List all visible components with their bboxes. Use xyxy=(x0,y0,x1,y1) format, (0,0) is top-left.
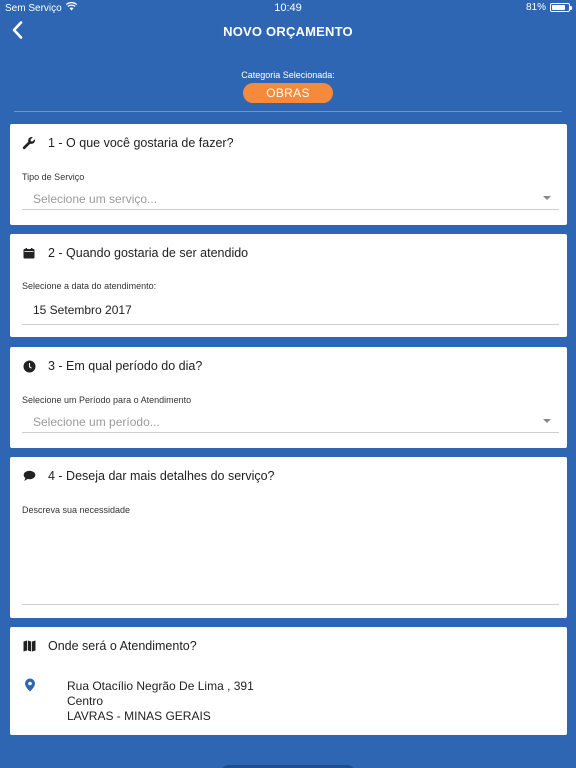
details-label: Descreva sua necessidade xyxy=(22,505,131,515)
details-card-header: 4 - Deseja dar mais detalhes do serviço? xyxy=(22,469,275,483)
divider xyxy=(14,111,562,112)
service-card-header: 1 - O que você gostaria de fazer? xyxy=(22,136,234,150)
address-street: Rua Otacílio Negrão De Lima , 391 xyxy=(67,679,254,693)
location-card-header: Onde será o Atendimento? xyxy=(22,639,197,653)
date-card-header: 2 - Quando gostaria de ser atendido xyxy=(22,246,248,260)
period-label: Selecione um Período para o Atendimento xyxy=(22,395,192,405)
period-card: 3 - Em qual período do dia? Selecione um… xyxy=(10,347,567,448)
address-block: Rua Otacílio Negrão De Lima , 391 Centro… xyxy=(67,679,254,724)
calendar-icon xyxy=(22,246,36,260)
service-type-label: Tipo de Serviço xyxy=(22,172,85,182)
battery-icon xyxy=(550,3,572,12)
service-card-title: 1 - O que você gostaria de fazer? xyxy=(48,136,234,150)
location-card: Onde será o Atendimento? Rua Otacílio Ne… xyxy=(10,627,567,735)
wrench-icon xyxy=(22,136,36,150)
nav-bar: NOVO ORÇAMENTO xyxy=(0,16,576,48)
service-select-placeholder: Selecione um serviço... xyxy=(33,192,158,206)
status-bar: Sem Serviço 10:49 81% xyxy=(0,0,576,16)
service-card: 1 - O que você gostaria de fazer? Tipo d… xyxy=(10,124,567,225)
selected-category: Categoria Selecionada: OBRAS xyxy=(0,70,576,103)
date-field[interactable]: 15 Setembro 2017 xyxy=(22,296,559,325)
period-select-placeholder: Selecione um período... xyxy=(33,415,160,429)
details-card: 4 - Deseja dar mais detalhes do serviço?… xyxy=(10,457,567,618)
location-card-title: Onde será o Atendimento? xyxy=(48,639,197,653)
date-value: 15 Setembro 2017 xyxy=(33,303,132,317)
period-card-header: 3 - Em qual período do dia? xyxy=(22,359,202,373)
location-pin-icon xyxy=(24,678,36,692)
details-textarea[interactable] xyxy=(22,515,559,605)
chevron-down-icon xyxy=(543,196,551,200)
status-right: 81% xyxy=(525,2,572,13)
battery-percent: 81% xyxy=(525,2,546,13)
page-title: NOVO ORÇAMENTO xyxy=(223,24,353,39)
address-city: LAVRAS - MINAS GERAIS xyxy=(67,709,211,723)
map-icon xyxy=(22,639,36,653)
date-label: Selecione a data do atendimento: xyxy=(22,281,157,291)
clock-time: 10:49 xyxy=(274,2,302,14)
period-card-title: 3 - Em qual período do dia? xyxy=(48,359,203,373)
service-select[interactable]: Selecione um serviço... xyxy=(22,186,559,210)
category-badge: OBRAS xyxy=(243,83,333,103)
address-neighborhood: Centro xyxy=(67,694,104,708)
date-card-title: 2 - Quando gostaria de ser atendido xyxy=(48,246,249,260)
battery-fill xyxy=(552,5,565,10)
date-card: 2 - Quando gostaria de ser atendido Sele… xyxy=(10,234,567,337)
clock-icon xyxy=(22,359,36,373)
category-label: Categoria Selecionada: xyxy=(241,70,335,80)
chevron-down-icon xyxy=(543,419,551,423)
period-select[interactable]: Selecione um período... xyxy=(22,409,559,433)
chat-icon xyxy=(22,469,36,483)
details-card-title: 4 - Deseja dar mais detalhes do serviço? xyxy=(48,469,275,483)
